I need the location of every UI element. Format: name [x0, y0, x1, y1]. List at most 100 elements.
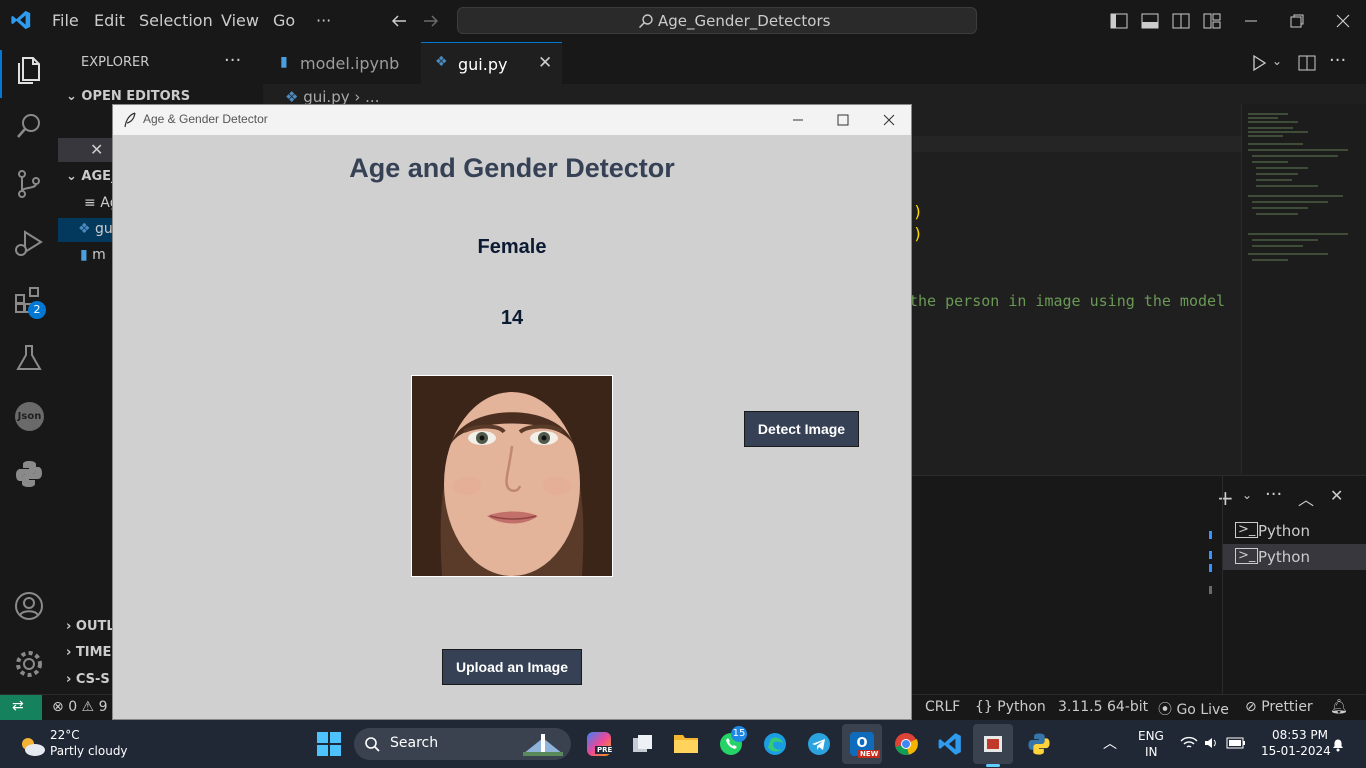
terminal-marker: [1209, 551, 1212, 559]
battery-icon[interactable]: [1226, 736, 1246, 750]
folder-section[interactable]: ⌄ AGE_: [66, 169, 118, 184]
windows-taskbar: 22°C Partly cloudy Search PRE 15 O NEW ︿…: [0, 720, 1366, 768]
region-indicator[interactable]: IN: [1145, 745, 1158, 759]
python-icon[interactable]: [13, 458, 45, 490]
source-control-icon[interactable]: [13, 168, 45, 200]
cs-section[interactable]: › CS-S: [66, 672, 110, 687]
split-editor-icon[interactable]: [1298, 54, 1316, 72]
settings-gear-icon[interactable]: [13, 648, 45, 680]
minimap[interactable]: [1241, 104, 1366, 474]
go-live-button[interactable]: ⦿ Go Live: [1158, 699, 1229, 719]
tk-maximize-icon[interactable]: [832, 109, 854, 131]
interpreter-indicator[interactable]: 3.11.5 64-bit: [1058, 699, 1148, 715]
edge-browser-icon[interactable]: [762, 731, 788, 757]
python-taskbar-icon[interactable]: [1026, 731, 1052, 757]
file-item-gui[interactable]: ❖ gu: [78, 221, 113, 237]
outlook-button[interactable]: O NEW: [842, 724, 882, 764]
tab-label: model.ipynb: [300, 54, 400, 73]
telegram-icon[interactable]: [806, 731, 832, 757]
file-item-model[interactable]: ▮ m: [80, 247, 106, 263]
tab-model-ipynb[interactable]: ▮ model.ipynb: [263, 42, 422, 84]
terminal-item-selected[interactable]: >_ Python: [1223, 544, 1366, 570]
tk-app-button[interactable]: [973, 724, 1013, 764]
python-file-icon: ❖: [78, 221, 91, 237]
language-indicator[interactable]: ENG: [1138, 729, 1164, 743]
notification-bell-icon[interactable]: [1330, 736, 1346, 752]
terminal-label: Python: [1258, 522, 1310, 540]
restore-icon[interactable]: [1288, 12, 1306, 30]
outline-section[interactable]: › OUTL: [66, 619, 115, 634]
close-editor-icon[interactable]: ✕: [90, 140, 103, 159]
command-center-search[interactable]: Age_Gender_Detectors: [457, 7, 977, 34]
copilot-icon[interactable]: PRE: [587, 732, 615, 756]
new-terminal-icon[interactable]: +: [1217, 486, 1234, 510]
toggle-panel-icon[interactable]: [1141, 12, 1159, 30]
upload-image-button[interactable]: Upload an Image: [442, 649, 582, 685]
clock-time[interactable]: 08:53 PM: [1272, 728, 1328, 742]
menu-view[interactable]: View: [221, 11, 259, 30]
testing-flask-icon[interactable]: [13, 342, 45, 374]
problems-indicator[interactable]: ⊗ 0 ⚠ 9: [52, 699, 107, 715]
menu-file[interactable]: File: [52, 11, 79, 30]
run-debug-icon[interactable]: [13, 226, 45, 258]
active-indicator: [0, 50, 2, 98]
minimap-preview: [1248, 113, 1348, 261]
tab-gui-py[interactable]: ❖ gui.py ✕: [421, 42, 562, 85]
terminal-dropdown-icon[interactable]: ⌄: [1242, 488, 1252, 502]
file-explorer-icon[interactable]: [673, 731, 699, 755]
show-hidden-icons-icon[interactable]: ︿: [1103, 733, 1117, 753]
maximize-panel-icon[interactable]: ︿: [1298, 486, 1314, 510]
tk-title-bar[interactable]: Age & Gender Detector: [113, 105, 911, 135]
wifi-icon[interactable]: [1180, 736, 1198, 750]
explorer-more-icon[interactable]: ···: [224, 50, 241, 71]
terminal-label: Python: [1258, 548, 1310, 566]
forward-arrow-icon[interactable]: [422, 12, 440, 30]
chrome-icon[interactable]: [893, 731, 919, 757]
run-dropdown-icon[interactable]: ⌄: [1272, 54, 1282, 68]
panel-more-icon[interactable]: ···: [1265, 484, 1282, 505]
detect-image-button[interactable]: Detect Image: [744, 411, 859, 447]
close-tab-icon[interactable]: ✕: [538, 53, 552, 73]
account-icon[interactable]: [13, 590, 45, 622]
tk-close-icon[interactable]: [878, 109, 900, 131]
customize-layout-icon[interactable]: [1203, 12, 1221, 30]
menu-more[interactable]: ···: [316, 11, 331, 30]
task-view-icon[interactable]: [631, 732, 655, 756]
terminal-marker: [1209, 564, 1212, 572]
search-sidebar-icon[interactable]: [13, 110, 45, 142]
close-window-icon[interactable]: [1334, 12, 1352, 30]
vscode-taskbar-icon[interactable]: [937, 731, 963, 757]
remote-indicator[interactable]: ⇄: [0, 695, 42, 721]
timeline-section[interactable]: › TIME: [66, 645, 111, 660]
volume-icon[interactable]: [1203, 735, 1219, 751]
language-indicator[interactable]: {} Python: [975, 699, 1046, 715]
menu-edit[interactable]: Edit: [94, 11, 125, 30]
terminal-marker: [1209, 531, 1212, 539]
outlook-badge: NEW: [858, 750, 881, 758]
minimize-icon[interactable]: [1242, 12, 1260, 30]
menu-go[interactable]: Go: [273, 11, 295, 30]
notifications-bell-icon[interactable]: 🔔︎: [1330, 699, 1348, 715]
toggle-secondary-sidebar-icon[interactable]: [1172, 12, 1190, 30]
prettier-icon: ⊘: [1245, 699, 1257, 715]
weather-temp: 22°C: [50, 728, 80, 742]
vscode-logo-icon: [11, 10, 31, 30]
close-panel-icon[interactable]: ✕: [1330, 486, 1343, 505]
terminal-item[interactable]: >_ Python: [1223, 518, 1366, 544]
taskbar-search-box[interactable]: Search: [354, 728, 571, 760]
back-arrow-icon[interactable]: [390, 12, 408, 30]
toggle-sidebar-icon[interactable]: [1110, 12, 1128, 30]
prettier-indicator[interactable]: ⊘ Prettier: [1245, 699, 1313, 715]
clock-date[interactable]: 15-01-2024: [1261, 744, 1331, 758]
open-editors-section[interactable]: ⌄ OPEN EDITORS: [66, 89, 190, 104]
menu-selection[interactable]: Selection: [139, 11, 213, 30]
tk-minimize-icon[interactable]: [787, 109, 809, 131]
eol-indicator[interactable]: CRLF: [925, 699, 960, 715]
json-extension-icon[interactable]: Json: [15, 402, 44, 431]
run-file-icon[interactable]: [1250, 54, 1268, 72]
code-paren: ): [913, 224, 923, 243]
explorer-icon[interactable]: [13, 54, 45, 86]
windows-start-icon[interactable]: [317, 732, 341, 756]
command-center-label: Age_Gender_Detectors: [658, 12, 831, 30]
editor-more-icon[interactable]: ···: [1329, 50, 1346, 71]
